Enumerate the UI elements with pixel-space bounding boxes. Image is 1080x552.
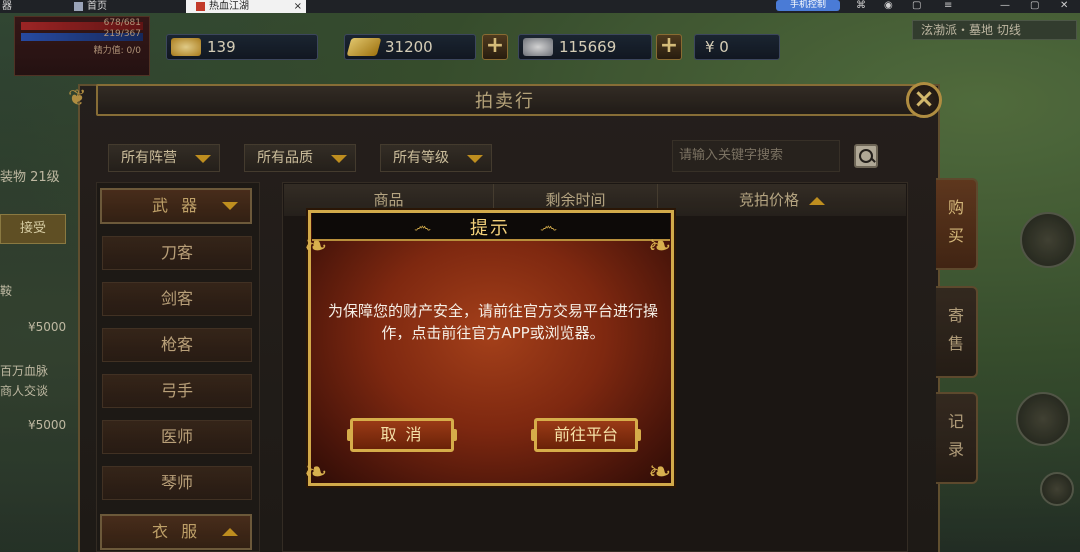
share-icon[interactable]: ⌘	[856, 0, 866, 12]
window-icon[interactable]: ▢	[912, 0, 921, 12]
dialog-title: 提示	[470, 218, 510, 239]
tab-home-label: 首页	[87, 0, 107, 12]
corner-ornament-icon: ❧	[648, 229, 672, 262]
tab-home[interactable]: 首页	[74, 0, 184, 13]
tab-prev[interactable]: 器	[0, 0, 60, 13]
swirl-left-icon: ෴	[414, 216, 432, 237]
close-window-icon[interactable]: ✕	[1060, 0, 1068, 12]
home-icon	[74, 2, 83, 11]
menu-icon[interactable]: ≡	[944, 0, 952, 12]
corner-ornament-icon: ❧	[648, 455, 672, 488]
settings-icon[interactable]: ◉	[884, 0, 893, 12]
tab-prev-label: 器	[2, 0, 12, 12]
game-icon	[196, 2, 205, 11]
maximize-icon[interactable]: ▢	[1030, 0, 1039, 12]
swirl-right-icon: ෴	[540, 216, 558, 237]
tab-close-icon[interactable]: ×	[294, 1, 302, 12]
corner-ornament-icon: ❧	[304, 229, 328, 262]
go-to-platform-button[interactable]: 前往平台	[531, 418, 641, 452]
minimize-icon[interactable]: —	[1000, 0, 1010, 12]
tab-game-label: 热血江湖	[209, 0, 249, 12]
tab-game[interactable]: 热血江湖 ×	[186, 0, 306, 13]
browser-top-bar: 器 首页 热血江湖 × 手机控制 ⌘ ◉ ▢ ≡ — ▢ ✕	[0, 0, 1080, 13]
cancel-button[interactable]: 取 消	[347, 418, 457, 452]
assist-button[interactable]: 手机控制	[776, 0, 840, 11]
corner-ornament-icon: ❧	[304, 455, 328, 488]
dialog-message: 为保障您的财产安全，请前往官方交易平台进行操作，点击前往官方APP或浏览器。	[328, 302, 659, 342]
